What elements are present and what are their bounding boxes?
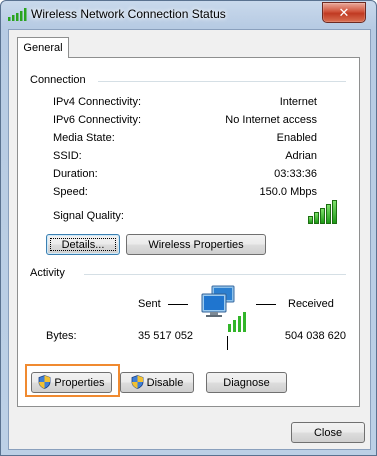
properties-button-label: Properties xyxy=(54,377,105,389)
diagnose-button[interactable]: Diagnose xyxy=(206,372,287,393)
speed-value: 150.0 Mbps xyxy=(259,186,317,198)
details-focus-rect xyxy=(50,238,116,251)
wireless-properties-button[interactable]: Wireless Properties xyxy=(126,234,266,255)
title-close-button[interactable]: ✕ xyxy=(322,2,366,23)
ssid-label: SSID: xyxy=(53,150,82,162)
ipv4-label: IPv4 Connectivity: xyxy=(53,96,142,108)
signal-quality-bars-icon xyxy=(308,200,338,224)
dialog-client-area: General Connection IPv4 Connectivity: In… xyxy=(8,29,371,450)
duration-value: 03:33:36 xyxy=(274,168,317,180)
ipv4-value: Internet xyxy=(279,96,317,108)
speed-label: Speed: xyxy=(53,186,88,198)
media-state-label: Media State: xyxy=(53,132,115,144)
disable-button-label: Disable xyxy=(146,377,184,389)
details-button[interactable]: Details... xyxy=(46,234,120,255)
connection-group-divider xyxy=(98,81,346,82)
close-button-label: Close xyxy=(313,427,343,439)
bytes-received-value: 504 038 620 xyxy=(284,330,346,342)
duration-label: Duration: xyxy=(53,168,98,180)
bytes-sent-value: 35 517 052 xyxy=(138,330,194,342)
close-button[interactable]: Close xyxy=(291,422,365,443)
sent-label: Sent xyxy=(138,298,161,310)
activity-group-divider xyxy=(84,274,346,275)
activity-divider-line xyxy=(227,336,228,350)
tab-panel-general: Connection IPv4 Connectivity: Internet I… xyxy=(17,57,360,407)
received-dash xyxy=(256,304,276,305)
signal-quality-label: Signal Quality: xyxy=(53,210,124,222)
received-label: Received xyxy=(288,298,334,310)
sent-dash xyxy=(168,304,188,305)
wireless-properties-button-label: Wireless Properties xyxy=(148,239,244,251)
media-state-value: Enabled xyxy=(276,132,317,144)
network-computer-icon xyxy=(201,285,246,332)
connection-group-label: Connection xyxy=(30,74,86,86)
disable-button[interactable]: Disable xyxy=(120,372,194,393)
title-bar[interactable]: Wireless Network Connection Status ✕ xyxy=(1,1,376,29)
diagnose-button-label: Diagnose xyxy=(223,377,270,389)
tab-general[interactable]: General xyxy=(17,37,69,58)
bytes-label: Bytes: xyxy=(46,330,77,342)
ipv6-value: No Internet access xyxy=(225,114,317,126)
properties-button[interactable]: Properties xyxy=(31,372,112,393)
ipv6-label: IPv6 Connectivity: xyxy=(53,114,142,126)
ssid-value: Adrian xyxy=(285,150,317,162)
uac-shield-icon xyxy=(39,375,51,389)
activity-group-label: Activity xyxy=(30,267,65,279)
window-title: Wireless Network Connection Status xyxy=(31,7,226,21)
dialog-window: Wireless Network Connection Status ✕ Gen… xyxy=(0,0,377,456)
signal-strength-icon xyxy=(8,8,27,21)
uac-shield-icon xyxy=(131,375,144,389)
